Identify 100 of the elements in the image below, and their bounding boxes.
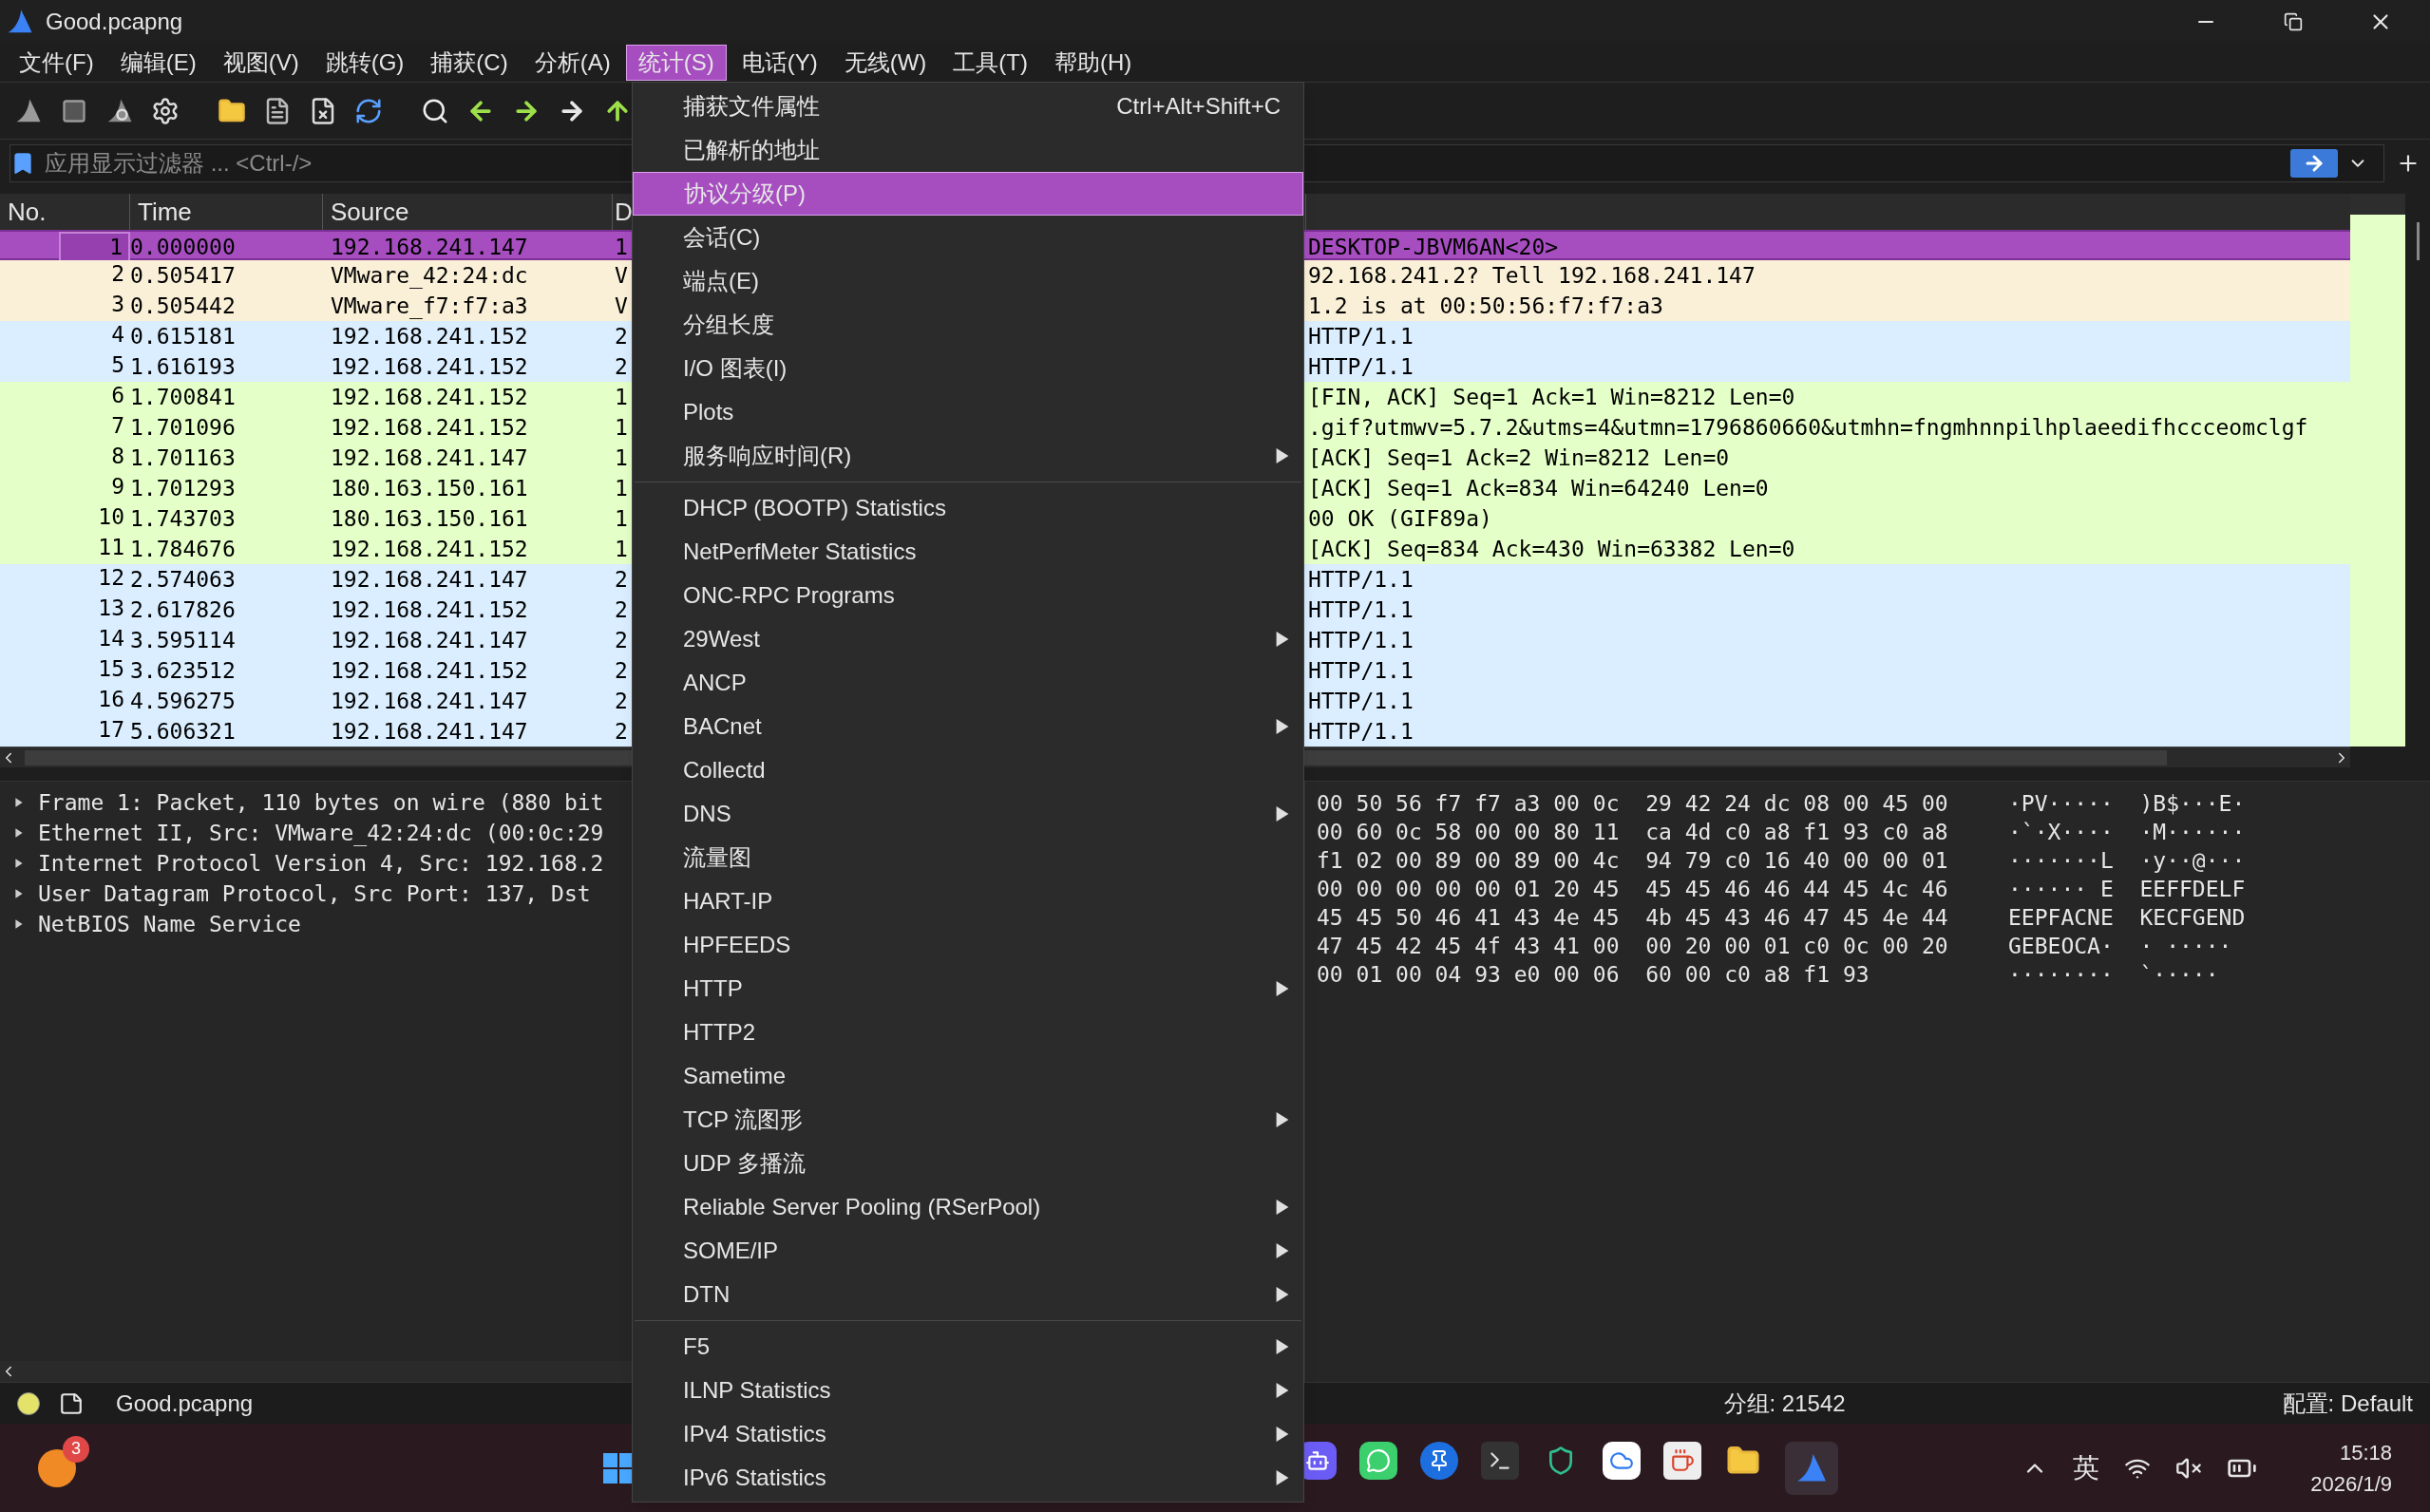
table-cell-text: 0.505417 [130,262,237,290]
ascii-bytes: ·······L ·y··@··· [2008,846,2246,875]
table-cell-text: HTTP/1.1 [1307,719,1414,744]
table-cell-text: VMware_42:24:dc [330,262,529,291]
table-cell-text: 2 [110,260,125,288]
notification-badge: 3 [63,1435,89,1463]
table-cell-text: 6 [110,382,125,409]
table-cell-text: 5.606321 [130,718,237,746]
table-cell-text: 1.701293 [130,475,237,502]
table-cell-text: 13 [97,595,125,622]
table-cell-text: 1 [614,506,628,531]
table-cell-text: HTTP/1.1 [1307,689,1414,713]
ascii-bytes: EEPFACNE KECFGEND [2008,903,2246,932]
table-cell-text: 2 [614,597,628,622]
table-cell-text: 1 [614,235,628,259]
table-cell-text: 1 [614,476,628,501]
hex-bytes: 47 45 42 45 4f 43 41 00 00 20 00 01 c0 0c 00 20 [1317,932,1948,960]
status-file: Good.pcapng [116,1389,254,1418]
table-cell-text: 192.168.241.147 [330,718,529,746]
table-cell-text: 2 [614,658,628,683]
table-cell-text: 16 [97,686,125,713]
table-cell-text: 192.168.241.152 [330,536,529,563]
table-cell-text: V [614,263,628,288]
table-cell-text: 192.168.241.152 [330,596,529,624]
table-cell-text: HTTP/1.1 [1307,324,1414,349]
table-cell-text: 8 [110,443,125,470]
table-cell-text: 2 [614,689,628,713]
hex-bytes: 45 45 50 46 41 43 4e 45 4b 45 43 46 47 45 4e 44 [1317,903,1948,932]
table-cell-text: 3.595114 [130,627,237,654]
table-cell-text: 2 [614,628,628,652]
table-cell-text: HTTP/1.1 [1307,597,1414,622]
hex-bytes: 00 50 56 f7 f7 a3 00 0c 29 42 24 dc 08 00 45 00 [1317,789,1948,818]
table-cell-text: 9 [110,473,125,501]
hex-bytes: 00 00 00 00 00 01 20 45 45 45 46 46 44 45 4c 46 [1317,875,1948,903]
table-cell-text: 1.743703 [130,505,237,533]
table-cell-text: 1.701163 [130,444,237,472]
table-cell-text: 180.163.150.161 [330,505,529,533]
table-cell-text: [ACK] Seq=834 Ack=430 Win=63382 Len=0 [1307,537,1795,561]
ascii-bytes: ········ `····· [2008,960,2219,989]
table-cell-text: VMware_f7:f7:a3 [330,293,529,321]
table-cell-text: 7 [110,412,125,440]
table-cell-text: 1 [614,445,628,470]
table-cell-text: 1 [614,385,628,409]
table-cell-text: 3 [110,291,125,318]
table-cell-text: 192.168.241.152 [330,353,529,381]
table-cell-text: 192.168.241.152 [330,657,529,685]
table-cell-text: 192.168.241.147 [330,566,529,594]
table-cell-text: 10 [97,503,125,531]
ascii-bytes: ·PV····· )B$···E· [2008,789,2246,818]
table-cell-text: .gif?utmwv=5.7.2&utms=4&utmn=1796860660&utmhn=fngmhnnpilhplaeedifhccceomclgf [1307,415,2308,440]
table-cell-text: HTTP/1.1 [1307,567,1414,592]
table-cell-text: HTTP/1.1 [1307,658,1414,683]
table-cell-text: 11 [97,534,125,561]
table-cell-text: 17 [97,716,125,744]
table-cell-text: 192.168.241.147 [330,688,529,715]
table-cell-text: 92.168.241.2? Tell 192.168.241.147 [1307,263,1756,288]
table-cell-text: 0.505442 [130,293,237,320]
table-cell-text: 1.700841 [130,384,237,411]
table-cell-text: 1.616193 [130,353,237,381]
table-cell-text: 4 [110,321,125,349]
table-cell-text: 0.615181 [130,323,237,350]
table-cell-text: 2.574063 [130,566,237,594]
table-cell-text: HTTP/1.1 [1307,628,1414,652]
table-cell-text: 1.2 is at 00:50:56:f7:f7:a3 [1307,293,1663,318]
table-cell-text: 1 [614,415,628,440]
table-cell-text: 192.168.241.147 [330,234,529,261]
table-cell-text: 180.163.150.161 [330,475,529,502]
table-cell-text: 1.784676 [130,536,237,563]
table-cell-text: 192.168.241.147 [330,444,529,472]
hex-bytes: f1 02 00 89 00 89 00 4c 94 79 c0 16 40 00 00 01 [1317,846,1948,875]
table-cell-text: 2.617826 [130,596,237,624]
table-cell-text: 00 OK (GIF89a) [1307,506,1492,531]
table-cell-text: 192.168.241.152 [330,414,529,442]
ascii-bytes: ······ E EEFFDELF [2008,875,2246,903]
packet-count: 分组: 21542 [1723,1389,1846,1418]
table-cell-text: 2 [614,324,628,349]
table-cell-text: 14 [97,625,125,652]
table-cell-text: 192.168.241.152 [330,323,529,350]
table-cell-text: 0.000000 [130,234,237,261]
table-cell-text: 12 [97,564,125,592]
table-cell-text: V [614,293,628,318]
table-cell-text: 1 [614,537,628,561]
table-cell-text: 2 [614,354,628,379]
table-cell: 1 [59,232,130,262]
hex-bytes: 00 60 0c 58 00 00 80 11 ca 4d c0 a8 f1 93 c0 a8 [1317,818,1948,846]
ascii-bytes: ·`·X···· ·M······ [2008,818,2246,846]
table-cell-text: 4.596275 [130,688,237,715]
table-cell-text: 15 [97,655,125,683]
table-cell-text: [FIN, ACK] Seq=1 Ack=1 Win=8212 Len=0 [1307,385,1795,409]
table-cell-text: 1.701096 [130,414,237,442]
shortcut-label: Ctrl+Alt+Shift+C [1116,92,1281,121]
table-cell-text: 3.623512 [130,657,237,685]
table-cell-text: HTTP/1.1 [1307,354,1414,379]
table-cell-text: 192.168.241.147 [330,627,529,654]
hex-bytes: 00 01 00 04 93 e0 00 06 60 00 c0 a8 f1 93 [1317,960,1870,989]
table-cell-text: 2 [614,719,628,744]
table-cell-text: 2 [614,567,628,592]
table-cell-text: 192.168.241.152 [330,384,529,411]
table-cell-text: DESKTOP-JBVM6AN<20> [1307,235,1559,259]
table-cell-text: [ACK] Seq=1 Ack=2 Win=8212 Len=0 [1307,445,1730,470]
